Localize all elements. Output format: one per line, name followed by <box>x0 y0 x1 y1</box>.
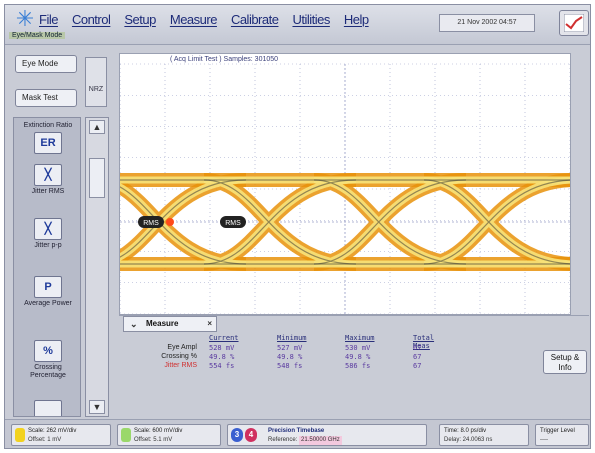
scroll-up-icon[interactable]: ▲ <box>89 120 105 134</box>
meas-current: 49.8 % <box>209 353 235 361</box>
scroll-thumb[interactable] <box>89 158 105 198</box>
scroll-down-icon[interactable]: ▼ <box>89 400 105 414</box>
tool-crossing-percentage[interactable]: % Crossing Percentage <box>20 340 76 380</box>
rms-marker-label: RMS <box>143 220 159 227</box>
reference-value: 21.50000 GHz <box>299 436 342 445</box>
meas-total: 67 <box>413 344 422 352</box>
measurement-palette: Extinction Ratio ER ╳ Jitter RMS ╳ Jitte… <box>13 117 81 417</box>
meas-total: 67 <box>413 353 422 361</box>
precision-timebase[interactable]: 3 4 Precision Timebase Reference: 21.500… <box>227 424 427 446</box>
waveform-display[interactable]: ( Acq Limit Test ) Samples: 301050 RMS RM… <box>119 53 571 315</box>
meas-minimum: 49.8 % <box>277 353 303 361</box>
channel-4-badge: 4 <box>245 428 257 442</box>
crossing-percentage-icon: % <box>34 340 62 362</box>
menu-bar: ✳ Eye/Mask Mode File Control Setup Measu… <box>5 5 590 45</box>
tool-average-power[interactable]: P Average Power <box>20 276 76 308</box>
time-settings[interactable]: Time: 8.0 ps/div Delay: 24.0063 ns <box>439 424 529 446</box>
ch1-scale: Scale: 262 mV/div <box>28 428 77 434</box>
menu-help[interactable]: Help <box>344 12 369 27</box>
table-row[interactable]: Jitter RMS 554 fs 548 fs 586 fs 67 <box>127 362 457 371</box>
trend-button[interactable] <box>559 10 589 36</box>
nrz-button[interactable]: NRZ <box>85 57 107 107</box>
table-row[interactable]: Crossing % 49.8 % 49.8 % 49.8 % 67 <box>127 353 457 362</box>
menu-calibrate[interactable]: Calibrate <box>231 12 279 27</box>
chevron-down-icon[interactable]: ⌄ <box>130 317 138 331</box>
menu-setup[interactable]: Setup <box>124 12 156 27</box>
timebase-reference: Reference: 21.50000 GHz <box>268 436 424 445</box>
rms-marker-label: RMS <box>225 220 241 227</box>
meas-name: Crossing % <box>161 353 197 360</box>
date-time-display: 21 Nov 2002 04:57 <box>439 14 535 32</box>
meas-maximum: 530 mV <box>345 344 371 352</box>
channel-2-swatch <box>121 428 131 442</box>
trigger-level-label: Trigger Level <box>540 428 575 434</box>
extinction-ratio-icon: ER <box>34 132 62 154</box>
trigger-settings[interactable]: Trigger Level ---- <box>535 424 589 446</box>
tool-label: Average Power <box>24 300 72 307</box>
meas-minimum: 548 fs <box>277 362 303 370</box>
tool-jitter-rms[interactable]: ╳ Jitter RMS <box>20 164 76 196</box>
crossing-point-marker <box>166 218 174 226</box>
measure-tab-label: Measure <box>146 319 179 328</box>
meas-current: 554 fs <box>209 362 235 370</box>
meas-maximum: 586 fs <box>345 362 371 370</box>
time-delay: Delay: 24.0063 ns <box>444 437 493 443</box>
eye-diagram: RMS RMS <box>120 63 570 314</box>
measure-tab[interactable]: ⌄ Measure × <box>123 316 217 332</box>
close-icon[interactable]: × <box>207 317 212 331</box>
table-row[interactable]: Eye Ampl 528 mV 527 mV 530 mV 67 <box>127 344 457 353</box>
tool-jitter-pp[interactable]: ╳ Jitter p-p <box>20 218 76 250</box>
channel-3-badge: 3 <box>231 428 243 442</box>
tool-label: Extinction Ratio <box>23 122 73 129</box>
menu: File Control Setup Measure Calibrate Uti… <box>39 12 369 27</box>
app-window: ✳ Eye/Mask Mode File Control Setup Measu… <box>4 4 591 449</box>
time-scale: Time: 8.0 ps/div <box>444 428 487 434</box>
tool-more[interactable] <box>20 400 76 416</box>
eye-mode-select[interactable]: Eye Mode <box>15 55 77 73</box>
header-minimum: Minimum <box>277 334 307 342</box>
measure-panel: ⌄ Measure × Current Minimum Maximum Tota… <box>119 315 589 411</box>
jitter-rms-icon: ╳ <box>34 164 62 186</box>
average-power-icon: P <box>34 276 62 298</box>
ch2-offset: Offset: 5.1 mV <box>134 437 173 443</box>
meas-name: Eye Ampl <box>167 344 197 351</box>
scope-star-icon[interactable]: ✳ <box>14 8 36 30</box>
ch1-offset: Offset: 1 mV <box>28 437 62 443</box>
reference-label: Reference: <box>268 437 298 443</box>
meas-minimum: 527 mV <box>277 344 303 352</box>
tool-extinction-ratio[interactable]: Extinction Ratio ER <box>20 122 76 154</box>
mask-test-select[interactable]: Mask Test <box>15 89 77 107</box>
trend-chart-icon <box>564 14 584 32</box>
meas-total: 67 <box>413 362 422 370</box>
trigger-level-value: ---- <box>540 437 548 443</box>
setup-info-button[interactable]: Setup & Info <box>543 350 587 374</box>
mode-label: Eye/Mask Mode <box>9 32 66 39</box>
menu-control[interactable]: Control <box>72 12 111 27</box>
tool-label: Jitter p-p <box>34 242 62 249</box>
palette-scrollbar[interactable]: ▲ ▼ <box>85 117 109 417</box>
header-maximum: Maximum <box>345 334 375 342</box>
header-current: Current <box>209 334 239 342</box>
timebase-title: Precision Timebase <box>268 428 325 434</box>
more-tool-icon <box>34 400 62 416</box>
ch2-scale: Scale: 600 mV/div <box>134 428 183 434</box>
rms-marker: RMS <box>138 216 164 228</box>
meas-current: 528 mV <box>209 344 235 352</box>
menu-utilities[interactable]: Utilities <box>292 12 330 27</box>
tool-label: Jitter RMS <box>31 188 65 195</box>
menu-file[interactable]: File <box>39 12 58 27</box>
tool-label: Crossing Percentage <box>30 364 66 379</box>
rms-marker: RMS <box>220 216 246 228</box>
channel-1-settings[interactable]: Scale: 262 mV/div Offset: 1 mV <box>11 424 111 446</box>
jitter-pp-icon: ╳ <box>34 218 62 240</box>
menu-measure[interactable]: Measure <box>170 12 218 27</box>
meas-name: Jitter RMS <box>164 362 197 369</box>
channel-1-swatch <box>15 428 25 442</box>
status-bar: Scale: 262 mV/div Offset: 1 mV Scale: 60… <box>5 419 590 448</box>
meas-maximum: 49.8 % <box>345 353 371 361</box>
channel-2-settings[interactable]: Scale: 600 mV/div Offset: 5.1 mV <box>117 424 221 446</box>
